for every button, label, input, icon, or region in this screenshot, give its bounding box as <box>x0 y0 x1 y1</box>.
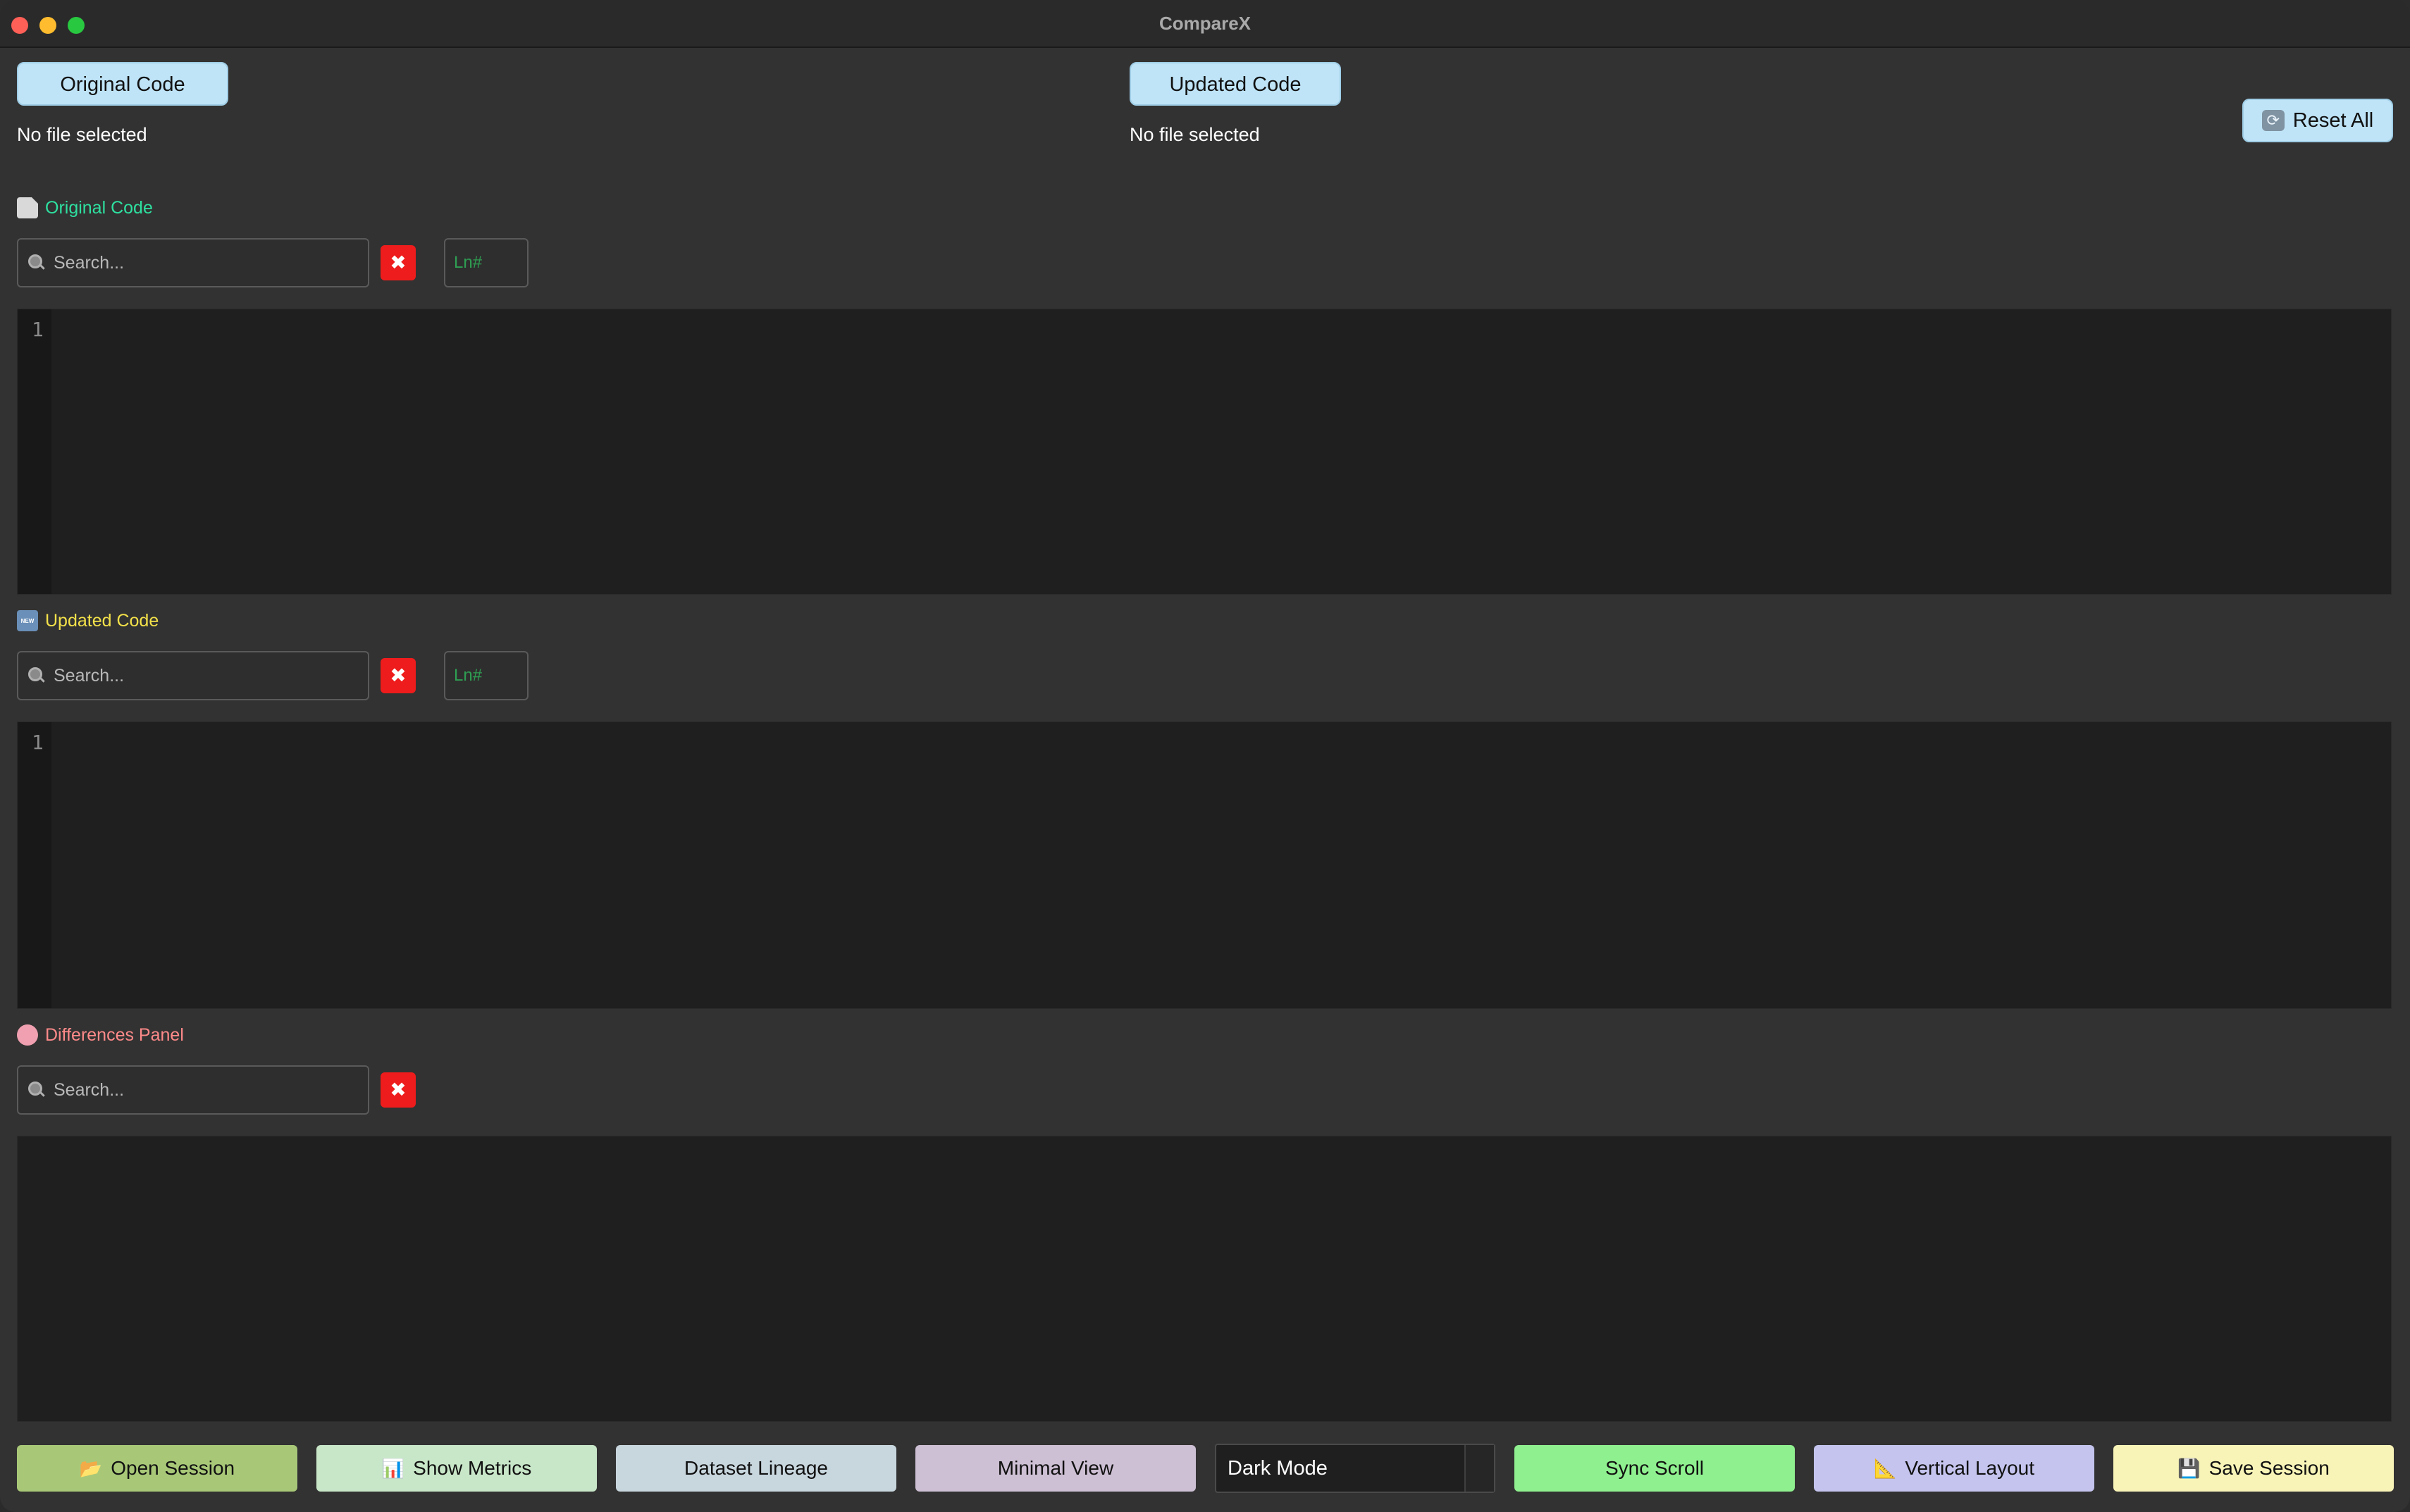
original-line-gutter: 1 <box>18 309 51 594</box>
minimal-view-label: Minimal View <box>997 1457 1114 1479</box>
updated-line-number-input[interactable] <box>445 652 527 699</box>
original-search-box <box>17 238 369 287</box>
search-icon <box>28 1082 45 1098</box>
updated-code-header: NEW Updated Code <box>17 607 159 635</box>
original-line-number-box <box>444 238 529 287</box>
save-session-button[interactable]: 💾 Save Session <box>2113 1445 2394 1492</box>
original-line-number-input[interactable] <box>445 240 527 286</box>
sync-scroll-button[interactable]: Sync Scroll <box>1514 1445 1795 1492</box>
original-code-title: Original Code <box>45 197 153 218</box>
updated-code-editor[interactable]: 1 <box>17 721 2392 1009</box>
original-code-header: Original Code <box>17 194 153 222</box>
show-metrics-label: Show Metrics <box>413 1457 532 1479</box>
original-file-status: No file selected <box>17 124 147 145</box>
theme-select[interactable]: Dark Mode <box>1215 1444 1495 1493</box>
sync-scroll-label: Sync Scroll <box>1605 1457 1705 1479</box>
triangle-ruler-icon: 📐 <box>1873 1457 1897 1479</box>
select-updated-file-button[interactable]: Updated Code <box>1130 62 1341 106</box>
open-session-button[interactable]: 📂 Open Session <box>17 1445 297 1492</box>
original-search-input[interactable] <box>52 252 368 274</box>
updated-search-box <box>17 651 369 700</box>
differences-search-input[interactable] <box>52 1079 368 1101</box>
dataset-lineage-button[interactable]: Dataset Lineage <box>616 1445 896 1492</box>
line-number: 1 <box>32 318 44 341</box>
search-icon <box>28 254 45 271</box>
reset-all-label: Reset All <box>2292 109 2374 132</box>
vertical-layout-button[interactable]: 📐 Vertical Layout <box>1814 1445 2094 1492</box>
search-icon <box>28 667 45 684</box>
updated-clear-search-button[interactable]: ✖ <box>381 658 416 693</box>
bar-chart-icon: 📊 <box>381 1457 405 1479</box>
document-icon <box>17 197 38 218</box>
minimal-view-button[interactable]: Minimal View <box>915 1445 1196 1492</box>
refresh-icon: ⟳ <box>2261 110 2285 131</box>
differences-clear-search-button[interactable]: ✖ <box>381 1072 416 1108</box>
updated-file-status: No file selected <box>1130 124 1260 145</box>
select-original-file-button[interactable]: Original Code <box>17 62 228 106</box>
theme-select-value: Dark Mode <box>1228 1457 1328 1480</box>
original-clear-search-button[interactable]: ✖ <box>381 245 416 280</box>
app-window: CompareX Original Code No file selected … <box>0 0 2410 1512</box>
new-badge-icon: NEW <box>17 610 38 631</box>
updated-search-input[interactable] <box>52 664 368 687</box>
floppy-disk-icon: 💾 <box>2177 1457 2201 1479</box>
dataset-lineage-label: Dataset Lineage <box>684 1457 828 1479</box>
brain-icon <box>17 1024 38 1046</box>
updated-line-gutter: 1 <box>18 722 51 1008</box>
vertical-layout-label: Vertical Layout <box>1905 1457 2035 1479</box>
differences-panel-header: Differences Panel <box>17 1021 184 1049</box>
dropdown-arrow[interactable] <box>1464 1445 1494 1492</box>
open-session-label: Open Session <box>111 1457 235 1479</box>
window-title: CompareX <box>1158 13 1252 34</box>
differences-search-box <box>17 1065 369 1115</box>
differences-panel-title: Differences Panel <box>45 1024 184 1045</box>
differences-output[interactable] <box>17 1136 2392 1422</box>
line-number: 1 <box>32 731 44 754</box>
title-bar: CompareX <box>0 0 2410 48</box>
updated-line-number-box <box>444 651 529 700</box>
reset-all-button[interactable]: ⟳ Reset All <box>2242 99 2393 142</box>
folder-icon: 📂 <box>79 1457 103 1479</box>
show-metrics-button[interactable]: 📊 Show Metrics <box>316 1445 597 1492</box>
save-session-label: Save Session <box>2208 1457 2330 1479</box>
original-code-editor[interactable]: 1 <box>17 309 2392 595</box>
updated-code-title: Updated Code <box>45 610 159 631</box>
